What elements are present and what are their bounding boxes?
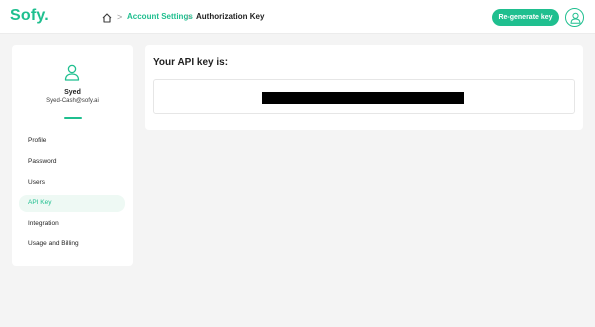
- sidebar-item-profile[interactable]: Profile: [19, 133, 125, 150]
- sidebar-item-password[interactable]: Password: [19, 154, 125, 171]
- sidebar-item-label: Profile: [28, 137, 47, 144]
- api-key-field[interactable]: [153, 79, 575, 114]
- page-title: Your API key is:: [153, 57, 229, 68]
- breadcrumb-account-settings[interactable]: Account Settings: [127, 12, 193, 21]
- sidebar-item-label: Integration: [28, 220, 59, 227]
- user-icon: [570, 12, 581, 24]
- user-name: Syed: [64, 89, 81, 96]
- api-key-card: Your API key is:: [145, 45, 583, 130]
- sidebar-item-usage-and-billing[interactable]: Usage and Billing: [19, 236, 125, 253]
- sidebar-item-label: Users: [28, 179, 45, 186]
- regenerate-key-button[interactable]: Re-generate key: [492, 9, 559, 26]
- user-email: Syed-Cash@sofy.ai: [46, 98, 99, 104]
- breadcrumb-separator: >: [117, 12, 123, 22]
- sidebar-item-api-key[interactable]: API Key: [19, 195, 125, 212]
- sidebar-item-integration[interactable]: Integration: [19, 216, 125, 233]
- sidebar-item-label: API Key: [28, 199, 52, 206]
- settings-sidebar: Syed Syed-Cash@sofy.ai Profile Password …: [12, 45, 133, 266]
- top-bar: Sofy. > Account Settings > Authorization…: [0, 0, 595, 34]
- sidebar-item-label: Usage and Billing: [28, 240, 79, 247]
- user-divider: [64, 117, 82, 119]
- breadcrumb-current-page: Authorization Key: [196, 12, 265, 21]
- sidebar-item-users[interactable]: Users: [19, 175, 125, 192]
- profile-menu-button[interactable]: [565, 8, 584, 27]
- api-key-redaction: [262, 92, 464, 104]
- breadcrumb-separator: >: [186, 12, 192, 22]
- sofy-logo[interactable]: Sofy.: [10, 7, 49, 25]
- user-avatar-icon: [64, 64, 80, 86]
- home-icon[interactable]: [101, 11, 113, 23]
- sidebar-item-label: Password: [28, 158, 57, 165]
